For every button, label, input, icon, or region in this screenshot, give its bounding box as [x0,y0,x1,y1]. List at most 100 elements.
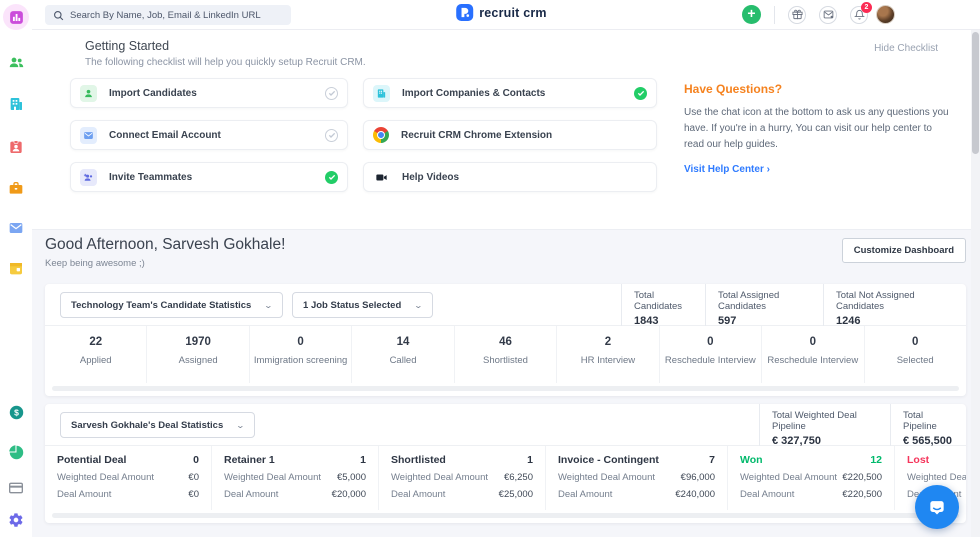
stage-cell: 46Shortlisted [455,326,557,383]
checklist-item-label: Connect Email Account [109,130,313,141]
logo-text: recruit crm [479,6,547,20]
deal-stats-dropdown[interactable]: Sarvesh Gokhale's Deal Statistics ⌄ [60,412,255,438]
jobs-icon [8,180,24,196]
dropdown-label: 1 Job Status Selected [303,300,401,311]
mail-icon [823,9,834,20]
contacts-icon [8,139,24,155]
horizontal-scrollbar[interactable] [52,386,959,391]
inbox-button[interactable] [819,6,837,24]
chevron-down-icon: ⌄ [264,301,273,310]
reports-icon [8,444,25,461]
checklist-item-import-companies[interactable]: Import Companies & Contacts [363,78,657,108]
search-input[interactable] [70,10,283,21]
sidebar-item-billing[interactable] [3,475,29,501]
notification-badge: 2 [861,2,872,13]
stage-cell: 2HR Interview [557,326,659,383]
checklist-item-chrome-extension[interactable]: Recruit CRM Chrome Extension [363,120,657,150]
global-search[interactable] [45,5,291,25]
sidebar-item-companies[interactable] [3,91,29,117]
whats-new-button[interactable] [788,6,806,24]
invite-teammates-icon [80,169,97,186]
visit-help-center-link[interactable]: Visit Help Center › [684,164,949,175]
stage-cell: 1970Assigned [147,326,249,383]
horizontal-scrollbar[interactable] [52,513,959,518]
checklist-item-invite-teammates[interactable]: Invite Teammates [70,162,348,192]
connect-email-icon [80,127,97,144]
total-pipeline-cell: Total Pipeline € 565,500 [890,404,966,446]
sidebar-item-settings[interactable] [3,507,29,533]
import-companies-icon [373,85,390,102]
getting-started-subtitle: The following checklist will help you qu… [85,57,366,68]
chevron-down-icon: ⌄ [236,421,245,430]
user-avatar[interactable] [876,5,895,24]
deal-statistics-card: Sarvesh Gokhale's Deal Statistics ⌄ Tota… [45,404,966,523]
candidate-stats-team-dropdown[interactable]: Technology Team's Candidate Statistics ⌄ [60,292,283,318]
greeting-subtitle: Keep being awesome ;) [45,258,966,269]
hide-checklist-link[interactable]: Hide Checklist [874,43,938,54]
sidebar-item-calendar[interactable] [3,255,29,281]
app-logo: recruit crm [456,4,547,21]
checklist-item-help-videos[interactable]: Help Videos [363,162,657,192]
job-status-dropdown[interactable]: 1 Job Status Selected ⌄ [292,292,433,318]
vertical-scrollbar[interactable] [971,30,980,537]
quick-add-button[interactable]: + [742,5,761,24]
check-pending-icon [325,129,338,142]
candidates-icon [8,54,25,71]
sidebar-item-emails[interactable] [3,215,29,241]
check-pending-icon [325,87,338,100]
deal-column-won: Won12 Weighted Deal Amount€220,500 Deal … [728,446,895,510]
main-content: Getting Started The following checklist … [32,30,980,537]
svg-text:$: $ [14,407,19,417]
check-done-icon [325,171,338,184]
checklist-item-label: Invite Teammates [109,172,313,183]
dashboard-icon [8,9,25,26]
sidebar-item-contacts[interactable] [3,134,29,160]
checklist-item-connect-email[interactable]: Connect Email Account [70,120,348,150]
getting-started-panel: Getting Started The following checklist … [32,30,980,230]
greeting-title: Good Afternoon, Sarvesh Gokhale! [45,236,966,254]
chat-icon [927,497,947,517]
stage-cell: 0Reschedule Interview [660,326,762,383]
checklist-item-import-candidates[interactable]: Import Candidates [70,78,348,108]
check-done-icon [634,87,647,100]
customize-dashboard-button[interactable]: Customize Dashboard [842,238,966,263]
sidebar-item-candidates[interactable] [3,49,29,75]
checklist-item-label: Import Candidates [109,88,313,99]
candidate-stages-row: 22Applied 1970Assigned 0Immigration scre… [45,326,966,383]
companies-icon [8,96,24,112]
total-candidates-cell: Total Candidates 1843 [621,284,705,326]
notifications-button[interactable]: 2 [850,6,868,24]
sidebar-item-jobs[interactable] [3,175,29,201]
search-icon [53,10,64,21]
have-questions-panel: Have Questions? Use the chat icon at the… [684,82,949,175]
dropdown-label: Sarvesh Gokhale's Deal Statistics [71,420,223,431]
import-candidates-icon [80,85,97,102]
deals-icon: $ [8,404,25,421]
calendar-icon [8,260,24,276]
sidebar-item-deals[interactable]: $ [3,399,29,425]
emails-icon [8,220,24,236]
checklist-item-label: Help Videos [402,172,647,183]
total-not-assigned-candidates-cell: Total Not Assigned Candidates 1246 [823,284,966,326]
dropdown-label: Technology Team's Candidate Statistics [71,300,251,311]
have-questions-title: Have Questions? [684,82,949,96]
top-bar: recruit crm + 2 [32,0,980,30]
billing-icon [8,480,24,496]
deal-column-potential: Potential Deal0 Weighted Deal Amount€0 D… [45,446,212,510]
stage-cell: 22Applied [45,326,147,383]
deal-column-retainer: Retainer 11 Weighted Deal Amount€5,000 D… [212,446,379,510]
chevron-down-icon: ⌄ [414,301,423,310]
chrome-icon [373,127,389,143]
stage-cell: 14Called [352,326,454,383]
recruit-crm-logo-icon [456,4,473,21]
checklist-item-label: Import Companies & Contacts [402,88,622,99]
sidebar-item-reports[interactable] [3,439,29,465]
settings-icon [8,512,24,528]
chat-widget-button[interactable] [915,485,959,529]
scrollbar-thumb[interactable] [972,32,979,154]
candidate-statistics-card: Technology Team's Candidate Statistics ⌄… [45,284,966,396]
video-icon [373,169,390,186]
deal-column-shortlisted: Shortlisted1 Weighted Deal Amount€6,250 … [379,446,546,510]
sidebar-item-dashboard[interactable] [3,4,29,30]
total-weighted-pipeline-cell: Total Weighted Deal Pipeline € 327,750 [759,404,890,446]
